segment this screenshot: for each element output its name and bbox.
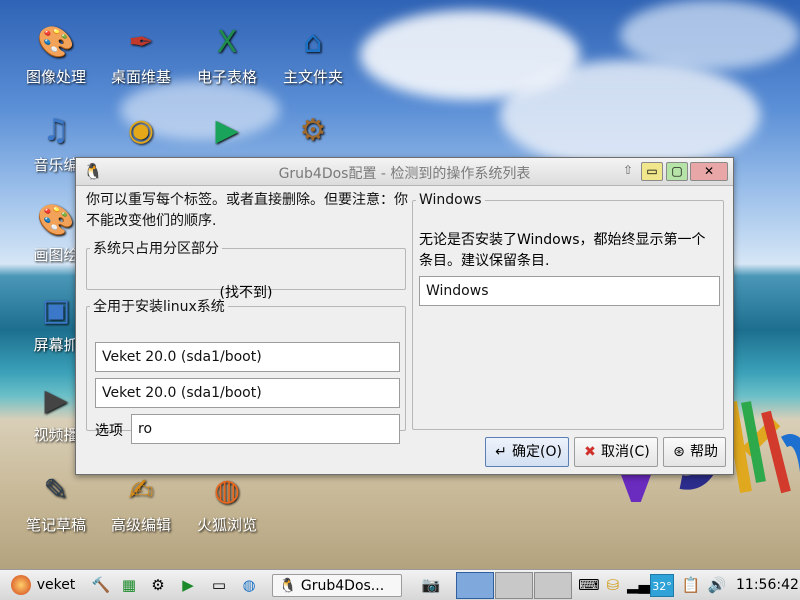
drive-icon[interactable]: ⛁ (602, 574, 624, 597)
close-button[interactable]: ✕ (690, 162, 728, 181)
network-signal-icon[interactable]: ▂▄▆ (627, 574, 662, 597)
help-button[interactable]: ⊛ 帮助 (663, 437, 726, 467)
cloud (620, 0, 800, 70)
desktop-icon-label: 火狐浏览 (196, 516, 257, 534)
linux-entry-2-field[interactable]: Veket 20.0 (sda1/boot) (95, 378, 400, 408)
terminal-icon[interactable]: ▭ (208, 574, 230, 597)
windows-legend: Windows (419, 192, 482, 208)
linux-install-group: 全用于安装linux系统 Veket 20.0 (sda1/boot) Veke… (86, 296, 406, 444)
lifebuoy-icon: ⊛ (673, 444, 685, 460)
screenshot-icon: ▣ (41, 292, 71, 328)
cancel-button[interactable]: ✖ 取消(C) (574, 437, 658, 467)
desktop-icon-spreadsheet[interactable]: X 电子表格 (185, 22, 269, 87)
maximize-button[interactable]: ▢ (666, 162, 688, 181)
windows-entry-field[interactable]: Windows (419, 276, 720, 306)
desktop-icon-firefox[interactable]: ◍ 火狐浏览 (185, 470, 269, 535)
options-field[interactable]: ro (131, 414, 400, 444)
chrome-icon: ◉ (127, 112, 155, 148)
system-monitor-icon[interactable]: ▦ (118, 574, 140, 597)
cloud (500, 60, 760, 170)
media-player-icon[interactable]: ▶ (177, 574, 199, 597)
desktop-icon-media-player[interactable]: ▶ (185, 110, 269, 154)
firefox-icon: ◍ (213, 472, 241, 508)
tools-icon[interactable]: 🔨 (90, 574, 112, 597)
desktop-icon-chrome[interactable]: ◉ (99, 110, 183, 154)
pin-icon[interactable]: ⇧ (621, 162, 635, 181)
desktop-wiki-icon: ✒ (128, 24, 154, 60)
clipboard-icon[interactable]: 📋 (680, 574, 702, 597)
close-icon: ✖ (584, 444, 596, 460)
veket-logo-icon (10, 575, 31, 595)
linux-entry-1-field[interactable]: Veket 20.0 (sda1/boot) (95, 342, 400, 372)
desktop-icon-label: 笔记草稿 (25, 516, 86, 534)
minimize-button[interactable]: ▭ (641, 162, 663, 181)
desktop-icon-notes[interactable]: ✎ 笔记草稿 (14, 470, 98, 535)
desktop-icon-label: 高级编辑 (110, 516, 171, 534)
clock[interactable]: 11:56:42 (736, 574, 799, 597)
window-titlebar[interactable]: 🐧 Grub4Dos配置 - 检测到的操作系统列表 ⇧ ▭ ▢ ✕ (76, 158, 733, 186)
system-partition-group: 系统只占用分区部分 (找不到) (86, 238, 406, 301)
video-icon: ▶ (44, 382, 68, 418)
taskbar: veket 🔨 ▦ ⚙ ▶ ▭ ◍ 🐧 Grub4Dos... 📷 ⌨ ⛁ ▂▄… (0, 569, 800, 600)
media-player-icon: ▶ (215, 112, 239, 148)
image-processing-icon: 🎨 (37, 24, 75, 60)
system-partition-legend: 系统只占用分区部分 (93, 241, 219, 257)
workspace-1[interactable] (456, 572, 494, 599)
advanced-editor-icon: ✍ (128, 472, 154, 508)
camera-icon[interactable]: 📷 (420, 574, 442, 597)
return-arrow-icon: ↵ (495, 444, 507, 460)
windows-group: Windows 无论是否安装了Windows，都始终显示第一个条目。建议保留条目… (412, 192, 724, 430)
linux-install-legend: 全用于安装linux系统 (93, 299, 225, 315)
browser-icon[interactable]: ◍ (238, 574, 260, 597)
package-icon: ⚙ (299, 112, 327, 148)
desktop-icon-label: 电子表格 (196, 68, 257, 86)
help-button-label: 帮助 (690, 444, 718, 460)
taskbar-window-grub4dos[interactable]: 🐧 Grub4Dos... (272, 574, 402, 597)
settings-icon[interactable]: ⚙ (147, 574, 169, 597)
workspace-2[interactable] (495, 572, 533, 599)
grub4dos-config-window: 🐧 Grub4Dos配置 - 检测到的操作系统列表 ⇧ ▭ ▢ ✕ 你可以重写每… (75, 157, 734, 475)
ok-button-label: 确定(O) (512, 444, 562, 460)
desktop-icon-home-folder[interactable]: ⌂ 主文件夹 (271, 22, 355, 87)
taskbar-window-label: Grub4Dos... (300, 578, 385, 594)
drawing-icon: 🎨 (37, 202, 75, 238)
volume-icon[interactable]: 🔊 (706, 574, 728, 597)
workspace-3[interactable] (534, 572, 572, 599)
penguin-icon: 🐧 (279, 578, 297, 594)
desktop-icon-package[interactable]: ⚙ (271, 110, 355, 154)
desktop-icon-image-processing[interactable]: 🎨 图像处理 (14, 22, 98, 87)
music-editor-icon: ♫ (42, 112, 70, 148)
desktop-icon-desktop-wiki[interactable]: ✒ 桌面维基 (99, 22, 183, 87)
start-menu-label: veket (36, 577, 76, 593)
home-folder-icon: ⌂ (303, 24, 323, 60)
windows-description: 无论是否安装了Windows，都始终显示第一个条目。建议保留条目. (419, 232, 706, 269)
temperature-badge[interactable]: 32° (650, 574, 674, 597)
spreadsheet-icon: X (216, 24, 238, 60)
desktop-icon-advanced-editor[interactable]: ✍ 高级编辑 (99, 470, 183, 535)
start-menu-button[interactable]: veket (4, 574, 82, 597)
desktop-icon-label: 主文件夹 (282, 68, 343, 86)
desktop-icon-label: 桌面维基 (110, 68, 171, 86)
intro-text: 你可以重写每个标签。或者直接删除。但要注意：你不能改变他们的顺序. (86, 192, 408, 229)
options-label: 选项 (95, 423, 123, 439)
desktop-icon-label: 图像处理 (25, 68, 86, 86)
keyboard-icon[interactable]: ⌨ (578, 574, 600, 597)
cancel-button-label: 取消(C) (601, 444, 650, 460)
notes-icon: ✎ (43, 472, 69, 508)
ok-button[interactable]: ↵ 确定(O) (485, 437, 569, 467)
